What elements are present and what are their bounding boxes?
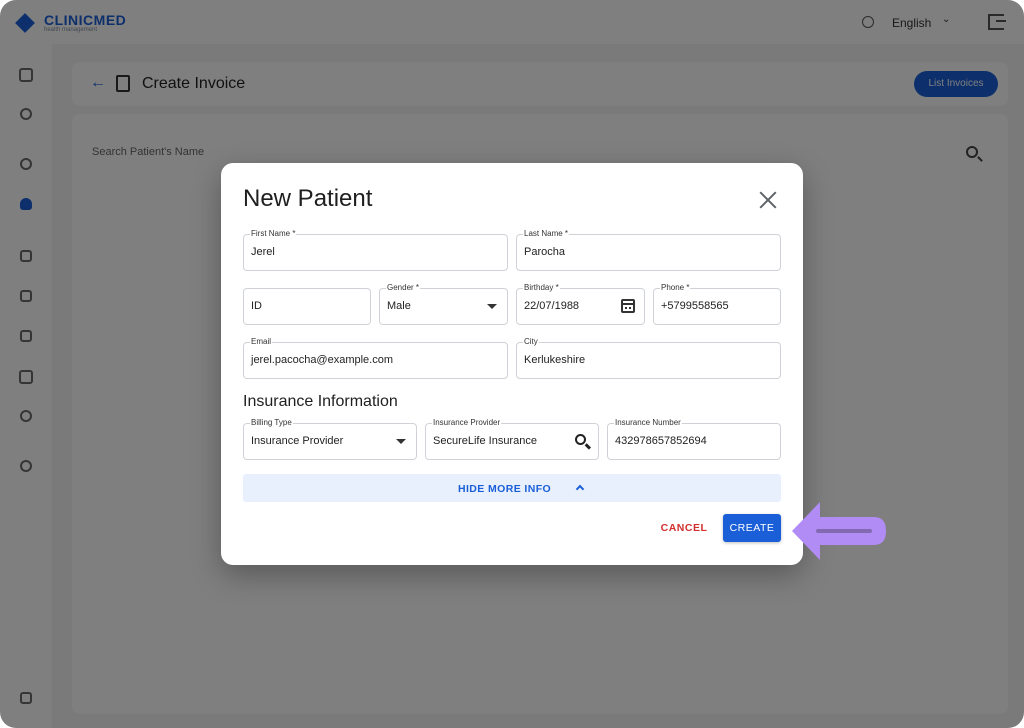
billing-type-label: Billing Type (250, 417, 293, 429)
gender-select[interactable]: Gender * Male (379, 282, 508, 325)
create-button[interactable]: CREATE (723, 514, 781, 542)
search-icon[interactable] (575, 434, 586, 445)
first-name-field[interactable]: First Name * Jerel (243, 228, 508, 271)
toggle-label: HIDE MORE INFO (458, 483, 552, 495)
phone-label: Phone * (660, 282, 691, 294)
billing-type-select[interactable]: Billing Type Insurance Provider (243, 417, 417, 460)
insurance-provider-field[interactable]: Insurance Provider SecureLife Insurance (425, 417, 599, 460)
city-field[interactable]: City Kerlukeshire (516, 336, 781, 379)
id-field[interactable]: ID (243, 288, 371, 325)
dropdown-arrow-icon (487, 304, 497, 309)
phone-field[interactable]: Phone * +5799558565 (653, 282, 781, 325)
gender-value: Male (387, 300, 411, 312)
last-name-label: Last Name * (523, 228, 570, 240)
email-field[interactable]: Email jerel.pacocha@example.com (243, 336, 508, 379)
billing-type-value: Insurance Provider (251, 435, 344, 447)
dialog-title: New Patient (243, 185, 373, 212)
first-name-label: First Name * (250, 228, 297, 240)
new-patient-dialog: New Patient First Name * Jerel Last Name… (221, 163, 803, 565)
insurance-number-value: 432978657852694 (615, 435, 707, 447)
city-label: City (523, 336, 539, 348)
first-name-value: Jerel (251, 246, 275, 258)
insurance-number-label: Insurance Number (614, 417, 682, 429)
birthday-label: Birthday * (523, 282, 560, 294)
cancel-button[interactable]: CANCEL (651, 514, 717, 542)
calendar-icon[interactable] (621, 299, 635, 313)
insurance-provider-value: SecureLife Insurance (433, 435, 537, 447)
last-name-field[interactable]: Last Name * Parocha (516, 228, 781, 271)
id-placeholder: ID (251, 300, 262, 312)
dropdown-arrow-icon (396, 439, 406, 444)
chevron-up-icon (575, 484, 585, 494)
insurance-section-title: Insurance Information (243, 393, 398, 410)
birthday-value: 22/07/1988 (524, 300, 580, 312)
last-name-value: Parocha (524, 246, 565, 258)
pointer-arrow-icon (792, 502, 886, 560)
birthday-field[interactable]: Birthday * 22/07/1988 (516, 282, 645, 325)
email-value: jerel.pacocha@example.com (251, 354, 394, 366)
hide-more-info-toggle[interactable]: HIDE MORE INFO (243, 474, 781, 502)
close-icon[interactable] (755, 187, 781, 213)
email-label: Email (250, 336, 273, 348)
insurance-number-field[interactable]: Insurance Number 432978657852694 (607, 417, 781, 460)
insurance-provider-label: Insurance Provider (432, 417, 502, 429)
gender-label: Gender * (386, 282, 421, 294)
phone-value: +5799558565 (661, 300, 729, 312)
city-value: Kerlukeshire (524, 354, 586, 366)
